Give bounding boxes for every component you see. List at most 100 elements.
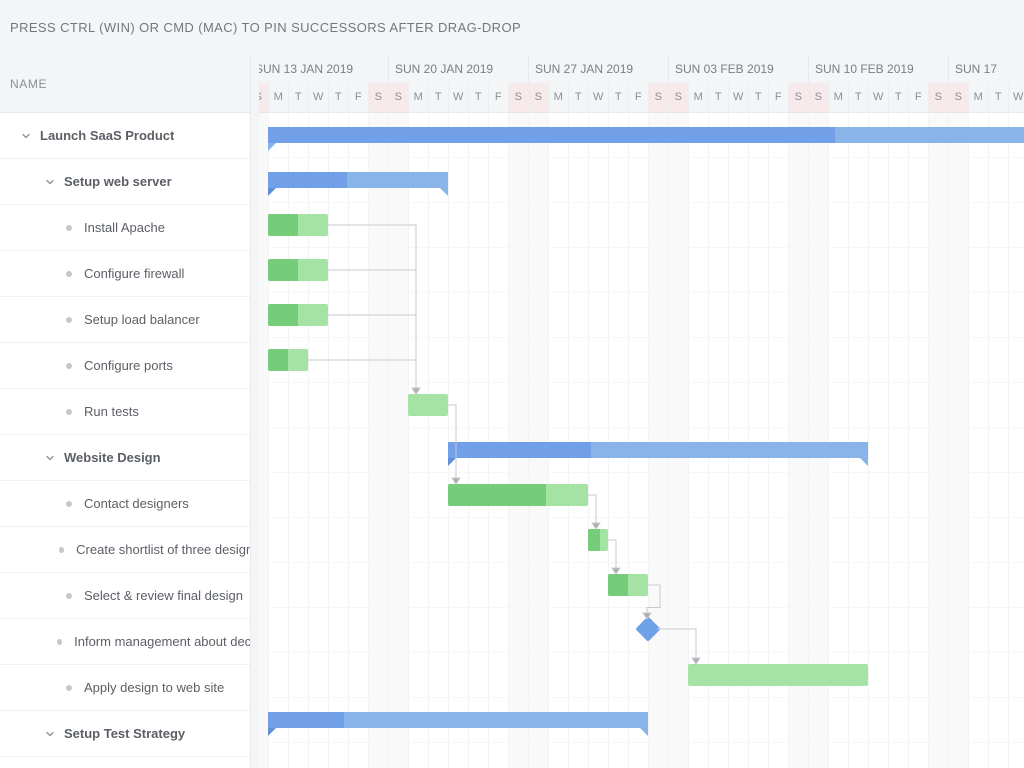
day-header: T (468, 83, 488, 112)
week-header: SUN 03 FEB 2019 (668, 55, 808, 83)
task-name-cell[interactable]: Inform management about decision (74, 634, 250, 649)
day-header: F (768, 83, 788, 112)
task-bar[interactable] (408, 394, 448, 416)
day-header: S (928, 83, 948, 112)
task-name-cell[interactable]: Configure firewall (84, 266, 184, 281)
task-name-cell[interactable]: Launch SaaS Product (40, 128, 174, 143)
week-header: SUN 27 JAN 2019 (528, 55, 668, 83)
week-header: SUN 10 FEB 2019 (808, 55, 948, 83)
gantt-panel[interactable]: SUN 13 JAN 2019SUN 20 JAN 2019SUN 27 JAN… (259, 55, 1024, 768)
bullet-icon (66, 225, 72, 231)
day-header: W (588, 83, 608, 112)
day-header: T (888, 83, 908, 112)
day-header: W (308, 83, 328, 112)
day-header: M (688, 83, 708, 112)
tree-leaf-row[interactable]: Setup load balancer (0, 297, 250, 343)
bullet-icon (59, 547, 64, 553)
week-header: SUN 20 JAN 2019 (388, 55, 528, 83)
bullet-icon (66, 409, 72, 415)
day-header: T (748, 83, 768, 112)
tree-leaf-row[interactable]: Create shortlist of three designers (0, 527, 250, 573)
day-header: S (259, 83, 268, 112)
day-header: F (628, 83, 648, 112)
tree-leaf-row[interactable]: Configure ports (0, 343, 250, 389)
bullet-icon (66, 685, 72, 691)
task-name-cell[interactable]: Setup load balancer (84, 312, 200, 327)
day-header: S (808, 83, 828, 112)
task-bar[interactable] (268, 349, 308, 371)
task-name-cell[interactable]: Run tests (84, 404, 139, 419)
day-header: S (948, 83, 968, 112)
grid-splitter[interactable] (251, 55, 259, 768)
bullet-icon (66, 593, 72, 599)
day-header: T (288, 83, 308, 112)
tree-parent-row[interactable]: Launch SaaS Product (0, 113, 250, 159)
toolbar-hint: PRESS CTRL (WIN) OR CMD (MAC) TO PIN SUC… (0, 0, 1024, 55)
week-header: SUN 17 (948, 55, 1024, 83)
day-header: S (528, 83, 548, 112)
day-header: S (648, 83, 668, 112)
day-header: T (568, 83, 588, 112)
day-header: F (908, 83, 928, 112)
tree-leaf-row[interactable]: Apply design to web site (0, 665, 250, 711)
day-header: M (828, 83, 848, 112)
task-bar[interactable] (268, 214, 328, 236)
task-name-cell[interactable]: Apply design to web site (84, 680, 224, 695)
day-header: F (488, 83, 508, 112)
tree-leaf-row[interactable]: Configure firewall (0, 251, 250, 297)
chevron-down-icon[interactable] (42, 174, 58, 190)
week-header: SUN 13 JAN 2019 (259, 55, 388, 83)
task-name-cell[interactable]: Contact designers (84, 496, 189, 511)
day-header: M (408, 83, 428, 112)
tree-leaf-row[interactable]: Install Apache (0, 205, 250, 251)
task-bar[interactable] (688, 664, 868, 686)
day-header: T (848, 83, 868, 112)
day-header: W (728, 83, 748, 112)
day-header: W (868, 83, 888, 112)
day-header: S (368, 83, 388, 112)
task-bar[interactable] (588, 529, 608, 551)
day-header: S (388, 83, 408, 112)
task-name-cell[interactable]: Select & review final design (84, 588, 243, 603)
bullet-icon (66, 501, 72, 507)
task-bar[interactable] (448, 484, 588, 506)
day-header: M (548, 83, 568, 112)
tree-leaf-row[interactable]: Select & review final design (0, 573, 250, 619)
task-name-cell[interactable]: Install Apache (84, 220, 165, 235)
task-bar[interactable] (608, 574, 648, 596)
task-name-cell[interactable]: Website Design (64, 450, 161, 465)
tree-parent-row[interactable]: Setup web server (0, 159, 250, 205)
day-header: T (608, 83, 628, 112)
task-grid: NAME Launch SaaS Product Setup web server… (0, 55, 251, 768)
bullet-icon (66, 317, 72, 323)
chevron-down-icon[interactable] (18, 128, 34, 144)
tree-leaf-row[interactable]: Inform management about decision (0, 619, 250, 665)
tree-parent-row[interactable]: Setup Test Strategy (0, 711, 250, 757)
chevron-down-icon[interactable] (42, 450, 58, 466)
day-header: W (1008, 83, 1024, 112)
task-bar[interactable] (268, 304, 328, 326)
grid-column-header-name[interactable]: NAME (0, 55, 250, 113)
day-header: M (268, 83, 288, 112)
day-header: S (668, 83, 688, 112)
day-header: T (988, 83, 1008, 112)
day-header: W (448, 83, 468, 112)
day-header: F (348, 83, 368, 112)
tree-leaf-row[interactable]: Run tests (0, 389, 250, 435)
task-name-cell[interactable]: Setup Test Strategy (64, 726, 185, 741)
task-name-cell[interactable]: Create shortlist of three designers (76, 542, 250, 557)
bullet-icon (66, 363, 72, 369)
task-bar[interactable] (268, 259, 328, 281)
day-header: S (788, 83, 808, 112)
task-name-cell[interactable]: Setup web server (64, 174, 172, 189)
tree-parent-row[interactable]: Website Design (0, 435, 250, 481)
day-header: T (328, 83, 348, 112)
bullet-icon (66, 271, 72, 277)
tree-leaf-row[interactable]: Contact designers (0, 481, 250, 527)
task-name-cell[interactable]: Configure ports (84, 358, 173, 373)
day-header: T (428, 83, 448, 112)
chevron-down-icon[interactable] (42, 726, 58, 742)
day-header: S (508, 83, 528, 112)
bullet-icon (57, 639, 62, 645)
day-header: T (708, 83, 728, 112)
